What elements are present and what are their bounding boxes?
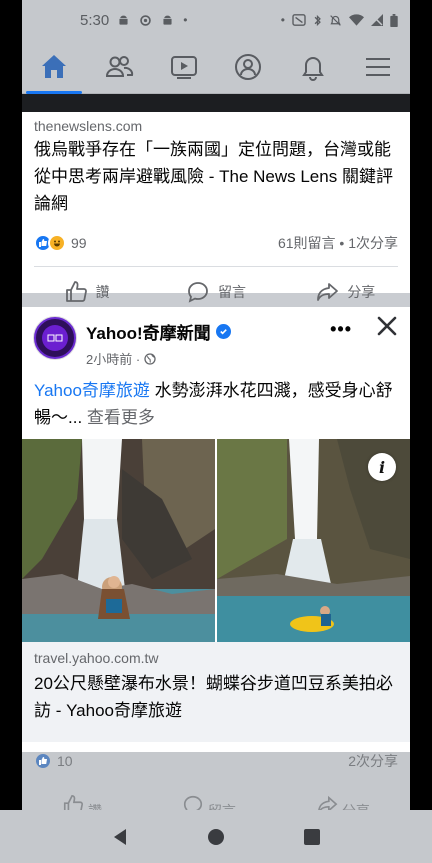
screen: 5:30 • • thenewslens.com 俄烏戰爭存在「一族兩國」定位問… — [0, 0, 432, 863]
home-icon — [42, 54, 67, 78]
haha-reaction-icon — [48, 234, 66, 252]
reactions[interactable]: 99 — [34, 234, 87, 252]
shares-count[interactable]: 2次分享 — [348, 751, 398, 771]
link-domain: thenewslens.com — [34, 118, 143, 134]
like-button[interactable]: 讚 — [32, 280, 142, 304]
status-system-icons: • — [281, 13, 398, 27]
page-name[interactable]: Yahoo!奇摩新聞 — [86, 319, 211, 344]
comments-shares-count[interactable]: 61則留言 • 1次分享 — [278, 233, 398, 253]
photo-waterfall-left[interactable] — [22, 439, 215, 642]
info-icon[interactable]: i — [368, 453, 396, 481]
wifi-icon — [349, 14, 364, 26]
nfc-icon — [292, 14, 306, 26]
close-icon[interactable] — [376, 315, 398, 337]
home-circle-icon — [208, 828, 224, 845]
video-icon — [170, 55, 197, 79]
post-card: thenewslens.com 俄烏戰爭存在「一族兩國」定位問題，台灣或能從中思… — [22, 112, 410, 303]
mute-icon — [330, 14, 341, 26]
battery-icon — [390, 13, 398, 27]
reaction-stats: 10 2次分享 — [22, 752, 410, 770]
share-icon — [317, 283, 339, 301]
post-photos[interactable]: i — [22, 439, 410, 642]
news-feed[interactable]: thenewslens.com 俄烏戰爭存在「一族兩國」定位問題，台灣或能從中思… — [22, 112, 410, 752]
link-domain: travel.yahoo.com.tw — [34, 650, 159, 666]
status-time: 5:30 — [80, 11, 110, 29]
link-title: 俄烏戰爭存在「一族兩國」定位問題，台灣或能從中思考兩岸避戰風險 - The Ne… — [34, 140, 393, 213]
nav-profile[interactable] — [218, 40, 278, 94]
more-options-icon[interactable]: ••• — [330, 319, 352, 340]
dimmed-post-footer: 10 2次分享 讚 留言 分享 — [22, 752, 410, 819]
nav-menu[interactable] — [348, 40, 408, 94]
android-icon — [119, 15, 128, 25]
see-more-link[interactable]: 查看更多 — [82, 408, 155, 427]
nav-notifications[interactable] — [283, 40, 343, 94]
dot-icon: • — [183, 13, 188, 27]
comment-button[interactable]: 留言 — [161, 280, 271, 304]
android-icon — [163, 15, 172, 25]
dot-icon: • — [280, 13, 285, 27]
link-preview[interactable]: travel.yahoo.com.tw 20公尺懸壁瀑布水景！蝴蝶谷步道凹豆系美… — [22, 642, 410, 742]
back-icon — [114, 828, 126, 845]
post-header: Yahoo!奇摩新聞 2小時前 · ••• — [22, 307, 410, 373]
back-button[interactable] — [107, 824, 133, 850]
nav-home[interactable] — [24, 40, 84, 94]
post-text-link[interactable]: Yahoo奇摩旅遊 — [34, 381, 150, 400]
bluetooth-icon — [314, 14, 321, 26]
menu-icon — [365, 57, 390, 76]
divider-bar — [22, 94, 410, 112]
post-time[interactable]: 2小時前 · — [86, 349, 140, 368]
share-button[interactable]: 分享 — [290, 280, 400, 304]
profile-icon — [235, 53, 262, 80]
page-avatar[interactable] — [34, 317, 76, 359]
globe-icon — [144, 352, 156, 365]
friends-icon — [105, 55, 134, 77]
comment-label: 留言 — [217, 284, 246, 300]
photo-waterfall-right[interactable]: i — [217, 439, 410, 642]
comment-icon — [188, 282, 208, 303]
verified-badge-icon — [215, 324, 231, 339]
reaction-count: 10 — [57, 753, 73, 769]
home-button[interactable] — [203, 824, 229, 850]
app-nav-bar — [22, 40, 410, 94]
recents-button[interactable] — [299, 824, 325, 850]
like-label: 讚 — [95, 284, 110, 300]
link-title: 20公尺懸壁瀑布水景！蝴蝶谷步道凹豆系美拍必訪 - Yahoo奇摩旅遊 — [34, 674, 393, 720]
like-icon — [65, 281, 87, 302]
sync-icon — [140, 14, 151, 26]
reaction-stats: 99 61則留言 • 1次分享 — [22, 220, 410, 266]
reactions[interactable]: 10 — [34, 752, 73, 770]
post-header-text: Yahoo!奇摩新聞 2小時前 · — [86, 319, 231, 368]
page-name-row[interactable]: Yahoo!奇摩新聞 — [86, 319, 231, 344]
reaction-count: 99 — [71, 235, 87, 251]
share-label: 分享 — [347, 284, 376, 300]
recents-icon — [304, 828, 320, 845]
post-text: Yahoo奇摩旅遊 水勢澎湃水花四濺，感受身心舒暢～... 查看更多 — [22, 373, 410, 439]
status-bar: 5:30 • • — [22, 0, 410, 40]
post-card: Yahoo!奇摩新聞 2小時前 · ••• Yahoo奇摩旅遊 水勢澎湃水花四濺… — [22, 307, 410, 752]
nav-friends[interactable] — [89, 40, 149, 94]
status-notification-icons: • — [117, 13, 187, 27]
link-preview[interactable]: thenewslens.com 俄烏戰爭存在「一族兩國」定位問題，台灣或能從中思… — [22, 112, 410, 217]
nav-watch[interactable] — [154, 40, 214, 94]
system-nav-bar — [0, 810, 432, 863]
like-reaction-icon — [34, 752, 52, 770]
yahoo-logo-icon — [42, 325, 68, 351]
bell-icon — [302, 56, 324, 81]
no-signal-icon — [371, 14, 383, 26]
post-meta: 2小時前 · — [86, 349, 231, 368]
